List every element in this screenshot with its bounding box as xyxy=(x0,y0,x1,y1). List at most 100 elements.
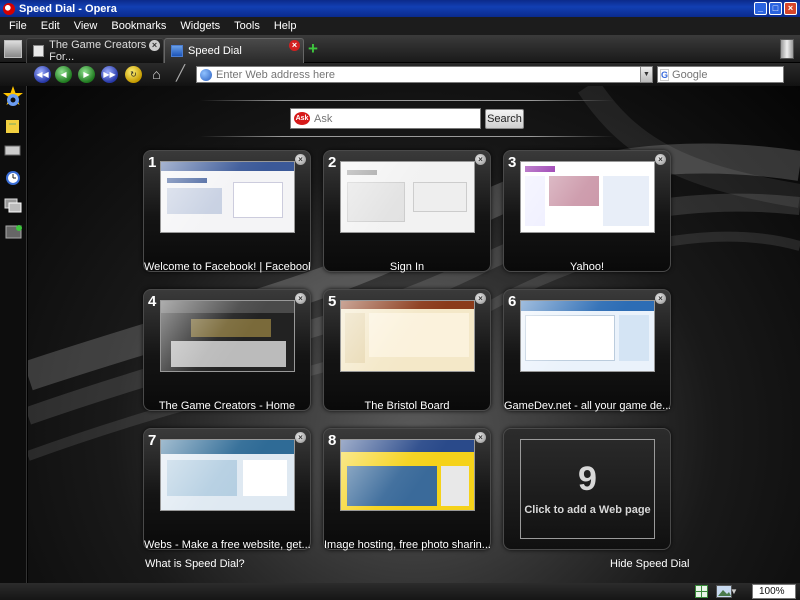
opera-window: Speed Dial - Opera _ □ × File Edit View … xyxy=(0,0,800,600)
dial-close-icon[interactable]: × xyxy=(655,154,666,165)
close-tab-icon[interactable]: × xyxy=(149,40,160,51)
divider-top xyxy=(200,100,614,101)
address-dropdown-icon[interactable]: ▼ xyxy=(640,67,652,82)
menu-edit[interactable]: Edit xyxy=(34,20,67,32)
tab-label: The Game Creators For... xyxy=(49,39,147,63)
what-is-speed-dial-link[interactable]: What is Speed Dial? xyxy=(145,558,245,570)
home-icon[interactable]: ⌂ xyxy=(148,66,165,83)
maximize-button[interactable]: □ xyxy=(769,2,782,15)
search-engine-input[interactable] xyxy=(672,68,800,81)
zoom-level[interactable]: 100% xyxy=(752,584,796,599)
forward-icon[interactable]: ▶ xyxy=(78,66,95,83)
panel-toggle-button[interactable] xyxy=(4,40,22,58)
dial-thumbnail xyxy=(520,161,655,233)
dial-close-icon[interactable]: × xyxy=(475,293,486,304)
speed-dial-7[interactable]: 7 × Webs - Make a free website, get... xyxy=(143,428,311,551)
dial-close-icon[interactable]: × xyxy=(475,154,486,165)
dial-close-icon[interactable]: × xyxy=(295,154,306,165)
menu-help[interactable]: Help xyxy=(267,20,304,32)
speed-dial-1[interactable]: 1 × Welcome to Facebook! | Facebook xyxy=(143,150,311,273)
menu-view[interactable]: View xyxy=(67,20,105,32)
new-tab-plus-icon[interactable]: + xyxy=(306,40,320,57)
add-page-label: Click to add a Web page xyxy=(524,504,651,516)
back-icon[interactable]: ◀ xyxy=(55,66,72,83)
menu-bookmarks[interactable]: Bookmarks xyxy=(104,20,173,32)
dial-number: 3 xyxy=(508,154,517,171)
speed-dial-2[interactable]: 2 × Sign In xyxy=(323,150,491,273)
speed-dial-page: Ask Search 1 × Welcome to Facebook! | Fa… xyxy=(28,86,800,583)
dial-caption: Welcome to Facebook! | Facebook xyxy=(144,261,310,273)
dial-caption: Sign In xyxy=(389,261,425,273)
ask-search-input[interactable] xyxy=(314,112,474,125)
tab-game-creators[interactable]: The Game Creators For... × xyxy=(26,38,164,63)
speed-dial-add[interactable]: 9 Click to add a Web page xyxy=(503,428,671,550)
trash-can-icon[interactable] xyxy=(780,39,794,59)
close-tab-icon[interactable]: × xyxy=(289,40,300,51)
google-icon: G xyxy=(660,68,670,81)
title-bar: Speed Dial - Opera _ □ × xyxy=(0,0,800,17)
wand-icon[interactable]: ╱ xyxy=(172,65,189,82)
side-panel-icons xyxy=(3,86,23,213)
search-engine-field[interactable]: G xyxy=(657,66,800,83)
page-favicon-icon xyxy=(33,45,45,57)
dial-thumbnail xyxy=(340,161,475,233)
tab-speed-dial[interactable]: Speed Dial × xyxy=(164,38,304,63)
ask-search-box[interactable]: Ask xyxy=(290,108,481,129)
dial-caption: GameDev.net - all your game de... xyxy=(504,400,670,412)
notes-icon xyxy=(6,120,19,133)
hide-speed-dial-link[interactable]: Hide Speed Dial xyxy=(610,558,690,570)
dial-caption: Yahoo! xyxy=(569,261,605,273)
window-controls: _ □ × xyxy=(754,2,797,15)
dial-thumbnail xyxy=(520,300,655,372)
dial-close-icon[interactable]: × xyxy=(655,293,666,304)
dial-number: 9 xyxy=(578,460,597,498)
mail-contacts-icon xyxy=(5,225,22,239)
dial-close-icon[interactable]: × xyxy=(295,432,306,443)
close-window-button[interactable]: × xyxy=(784,2,797,15)
dial-number: 8 xyxy=(328,432,337,449)
layout-icon[interactable] xyxy=(695,585,708,598)
menu-bar: File Edit View Bookmarks Widgets Tools H… xyxy=(0,17,800,35)
dial-number: 1 xyxy=(148,154,157,171)
search-button[interactable]: Search xyxy=(485,109,524,129)
images-dropdown-icon[interactable]: ▼ xyxy=(730,585,743,598)
transfers-icon xyxy=(4,145,21,156)
speed-dial-4[interactable]: 4 × The Game Creators - Home xyxy=(143,289,311,412)
rewind-icon[interactable]: ◀◀ xyxy=(34,66,51,83)
dial-number: 7 xyxy=(148,432,157,449)
dial-thumbnail xyxy=(340,300,475,372)
dial-close-icon[interactable]: × xyxy=(295,293,306,304)
dial-thumbnail xyxy=(340,439,475,511)
globe-icon xyxy=(200,68,212,81)
dial-caption: The Game Creators - Home xyxy=(158,400,296,412)
speed-dial-favicon-icon xyxy=(171,45,183,57)
ask-logo-icon: Ask xyxy=(294,112,310,125)
gear-icon xyxy=(7,94,19,106)
speed-dial-6[interactable]: 6 × GameDev.net - all your game de... xyxy=(503,289,671,412)
dial-number: 2 xyxy=(328,154,337,171)
dial-number: 5 xyxy=(328,293,337,310)
window-title: Speed Dial - Opera xyxy=(19,2,117,15)
speed-dial-5[interactable]: 5 × The Bristol Board xyxy=(323,289,491,412)
address-field[interactable]: ▼ xyxy=(196,66,653,83)
tab-label: Speed Dial xyxy=(188,45,242,57)
minimize-button[interactable]: _ xyxy=(754,2,767,15)
dial-number: 6 xyxy=(508,293,517,310)
reload-icon[interactable]: ↻ xyxy=(125,66,142,83)
speed-dial-8[interactable]: 8 × Image hosting, free photo sharin... xyxy=(323,428,491,551)
dial-thumbnail xyxy=(160,161,295,233)
add-page-box[interactable]: 9 Click to add a Web page xyxy=(520,439,655,539)
speed-dial-3[interactable]: 3 × Yahoo! xyxy=(503,150,671,273)
dial-thumbnail xyxy=(160,300,295,372)
menu-tools[interactable]: Tools xyxy=(227,20,267,32)
menu-file[interactable]: File xyxy=(2,20,34,32)
windows-icon xyxy=(4,198,22,213)
opera-logo-icon xyxy=(3,2,15,15)
menu-widgets[interactable]: Widgets xyxy=(173,20,227,32)
tab-bar: The Game Creators For... × Speed Dial × … xyxy=(0,35,800,63)
address-input[interactable] xyxy=(216,68,640,81)
fast-forward-icon[interactable]: ▶▶ xyxy=(101,66,118,83)
dial-caption: Webs - Make a free website, get... xyxy=(144,539,310,551)
dial-close-icon[interactable]: × xyxy=(475,432,486,443)
contacts-icon-wrap xyxy=(5,225,22,239)
